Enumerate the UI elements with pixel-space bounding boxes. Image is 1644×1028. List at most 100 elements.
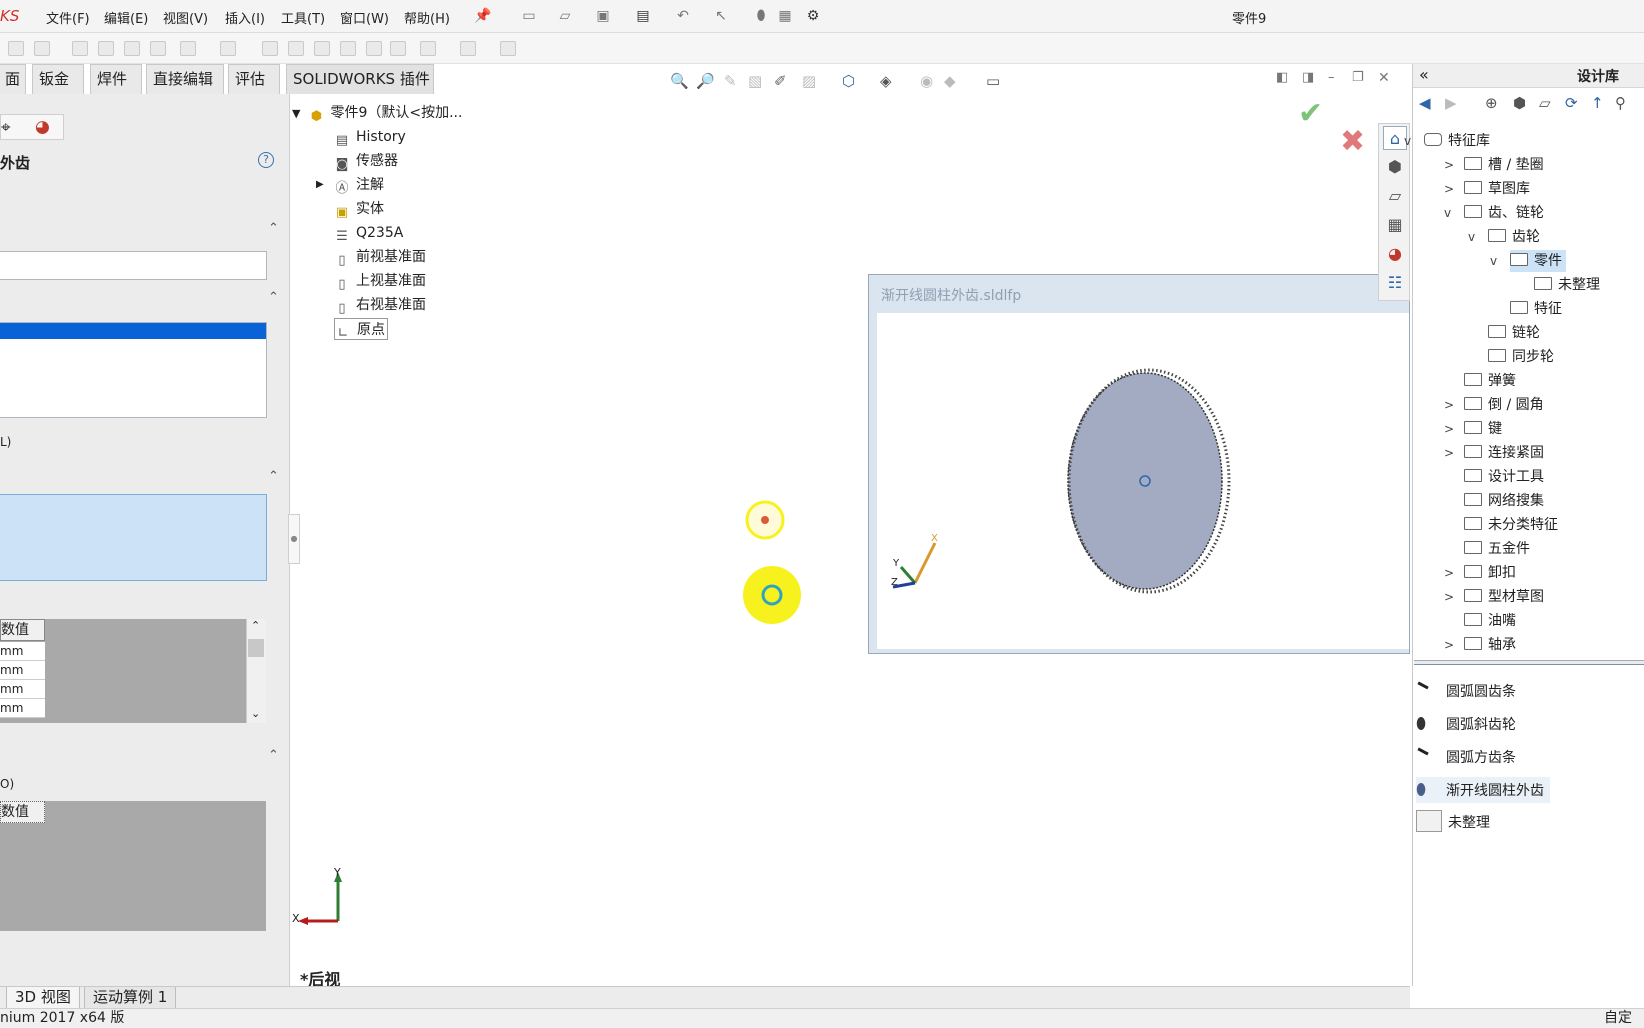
- selected-list-row[interactable]: [0, 323, 266, 339]
- menu-help[interactable]: 帮助(H): [404, 8, 450, 27]
- library-tree-item[interactable]: > 键: [1444, 418, 1502, 440]
- name-input[interactable]: [0, 251, 267, 280]
- feature-tree-item-solid-bodies[interactable]: ▣ 实体: [334, 198, 384, 220]
- chevron-right-icon[interactable]: >: [1444, 178, 1454, 200]
- menu-insert[interactable]: 插入(I): [225, 8, 265, 27]
- print-icon[interactable]: ▤: [634, 8, 652, 24]
- library-item-selected[interactable]: ⬮ 渐开线圆柱外齿: [1416, 777, 1550, 803]
- library-tree-item[interactable]: 未分类特征: [1464, 514, 1558, 536]
- table-cell[interactable]: mm: [0, 699, 45, 718]
- toolbar-tool-icon[interactable]: [288, 41, 304, 56]
- tab-motion-study-1[interactable]: 运动算例 1: [84, 987, 177, 1009]
- rebuild-icon[interactable]: ⬮: [752, 8, 770, 24]
- select-cursor-icon[interactable]: ↖: [712, 8, 730, 24]
- file-explorer-icon[interactable]: ▱: [1383, 184, 1407, 208]
- table-cell[interactable]: mm: [0, 642, 45, 661]
- selection-list[interactable]: [0, 322, 267, 418]
- chevron-right-icon[interactable]: >: [1444, 442, 1454, 464]
- close-icon[interactable]: ✕: [1378, 70, 1390, 86]
- library-tree-item[interactable]: > 轴承: [1444, 634, 1516, 656]
- table-cell[interactable]: mm: [0, 680, 45, 699]
- configuration-manager-tab-icon[interactable]: ⌖: [1, 118, 11, 138]
- minimize-icon[interactable]: –: [1328, 70, 1335, 85]
- collapse-panel-icon[interactable]: «: [1419, 65, 1429, 84]
- chevron-right-icon[interactable]: >: [1444, 586, 1454, 608]
- library-tree-item[interactable]: v 齿、链轮: [1444, 202, 1544, 224]
- toolbar-tool-icon[interactable]: [98, 41, 114, 56]
- view-orientation-icon[interactable]: ▨: [802, 72, 816, 90]
- toolbar-tool-icon[interactable]: [262, 41, 278, 56]
- display-style-icon[interactable]: ⬡: [842, 72, 855, 90]
- refresh-icon[interactable]: ⟳: [1565, 94, 1578, 112]
- library-tree-item[interactable]: 未整理: [1534, 274, 1600, 296]
- accept-check-icon[interactable]: ✔: [1298, 96, 1323, 131]
- chevron-down-icon[interactable]: v: [1490, 250, 1497, 272]
- toolbar-tool-icon[interactable]: [150, 41, 166, 56]
- feature-tree-root[interactable]: ▼ ⬢ 零件9（默认<按加...: [292, 102, 462, 124]
- menu-view[interactable]: 视图(V): [163, 8, 208, 27]
- new-document-icon[interactable]: ▭: [520, 8, 538, 24]
- toolbar-tool-icon[interactable]: [460, 41, 476, 56]
- forward-arrow-icon[interactable]: ▶: [1445, 94, 1457, 112]
- zoom-area-icon[interactable]: 🔎: [696, 72, 715, 90]
- chevron-right-icon[interactable]: >: [1444, 154, 1454, 176]
- scroll-up-icon[interactable]: ⌃: [251, 619, 260, 632]
- undo-icon[interactable]: ↶: [674, 8, 692, 24]
- view-palette-icon[interactable]: ▦: [1383, 213, 1407, 237]
- status-customize-text[interactable]: 自定: [1604, 1009, 1632, 1028]
- feature-tree-item-top-plane[interactable]: ▯ 上视基准面: [334, 270, 426, 292]
- toolbar-tool-icon[interactable]: [8, 41, 24, 56]
- tab-3d-view[interactable]: 3D 视图: [6, 987, 80, 1009]
- table-scrollbar[interactable]: ⌃ ⌄: [246, 619, 266, 723]
- library-tree-item[interactable]: 网络搜集: [1464, 490, 1544, 512]
- chevron-down-icon[interactable]: v: [1444, 202, 1451, 224]
- expand-arrow-icon[interactable]: ▶: [316, 174, 324, 196]
- pin-icon[interactable]: 📌: [474, 8, 492, 24]
- panel-splitter-handle[interactable]: ●: [288, 514, 300, 564]
- menu-edit[interactable]: 编辑(E): [104, 8, 148, 27]
- appearance-tab-icon[interactable]: ◕: [35, 117, 50, 137]
- add-file-location-icon[interactable]: ⬢: [1513, 94, 1526, 112]
- save-icon[interactable]: ▣: [594, 8, 612, 24]
- toolbar-tool-icon[interactable]: [220, 41, 236, 56]
- chevron-up-icon[interactable]: ⌃: [268, 469, 279, 484]
- parameter-selection-box[interactable]: [0, 494, 267, 581]
- chevron-right-icon[interactable]: >: [1444, 634, 1454, 656]
- toolbar-tool-icon[interactable]: [124, 41, 140, 56]
- library-tree-item[interactable]: 特征: [1510, 298, 1562, 320]
- library-tree-item[interactable]: > 草图库: [1444, 178, 1530, 200]
- restore-icon[interactable]: ❐: [1352, 70, 1364, 85]
- library-tree-item[interactable]: 五金件: [1464, 538, 1530, 560]
- tab-weldments[interactable]: 焊件: [90, 64, 142, 94]
- toolbar-tool-icon[interactable]: [340, 41, 356, 56]
- view-settings-icon[interactable]: ▭: [986, 72, 1000, 90]
- custom-properties-icon[interactable]: ☷: [1383, 271, 1407, 295]
- toolbar-tool-icon[interactable]: [180, 41, 196, 56]
- library-tree-item[interactable]: > 型材草图: [1444, 586, 1544, 608]
- library-tree-item[interactable]: 弹簧: [1464, 370, 1516, 392]
- chevron-up-icon[interactable]: ⌃: [268, 748, 279, 763]
- up-one-level-icon[interactable]: ↑: [1591, 94, 1604, 112]
- gear-icon[interactable]: ⚙: [804, 8, 822, 24]
- library-tree-item[interactable]: 链轮: [1488, 322, 1540, 344]
- feature-tree-item-sensors[interactable]: ◙ 传感器: [334, 150, 398, 172]
- library-item[interactable]: ━ 圆弧圆齿条: [1413, 674, 1516, 704]
- library-splitter[interactable]: [1414, 660, 1644, 665]
- chevron-right-icon[interactable]: >: [1444, 562, 1454, 584]
- edit-appearance-icon[interactable]: ◉: [920, 72, 933, 90]
- previous-view-icon[interactable]: ✎: [724, 72, 737, 90]
- library-tree-item[interactable]: v 特征库: [1404, 130, 1490, 152]
- chevron-right-icon[interactable]: >: [1444, 394, 1454, 416]
- library-tree-item[interactable]: > 槽 / 垫圈: [1444, 154, 1544, 176]
- tile-left-icon[interactable]: ◧: [1276, 70, 1288, 85]
- menu-file[interactable]: 文件(F): [46, 8, 90, 27]
- help-icon[interactable]: ?: [258, 152, 274, 168]
- chevron-right-icon[interactable]: >: [1444, 418, 1454, 440]
- library-item[interactable]: 未整理: [1416, 810, 1490, 836]
- toolbar-tool-icon[interactable]: [34, 41, 50, 56]
- hide-show-items-icon[interactable]: ◈: [880, 72, 892, 90]
- tab-surface[interactable]: 面: [0, 64, 26, 94]
- design-library-icon[interactable]: ⬢: [1383, 155, 1407, 179]
- library-tree-item[interactable]: 设计工具: [1464, 466, 1544, 488]
- file-properties-icon[interactable]: ▦: [776, 8, 794, 24]
